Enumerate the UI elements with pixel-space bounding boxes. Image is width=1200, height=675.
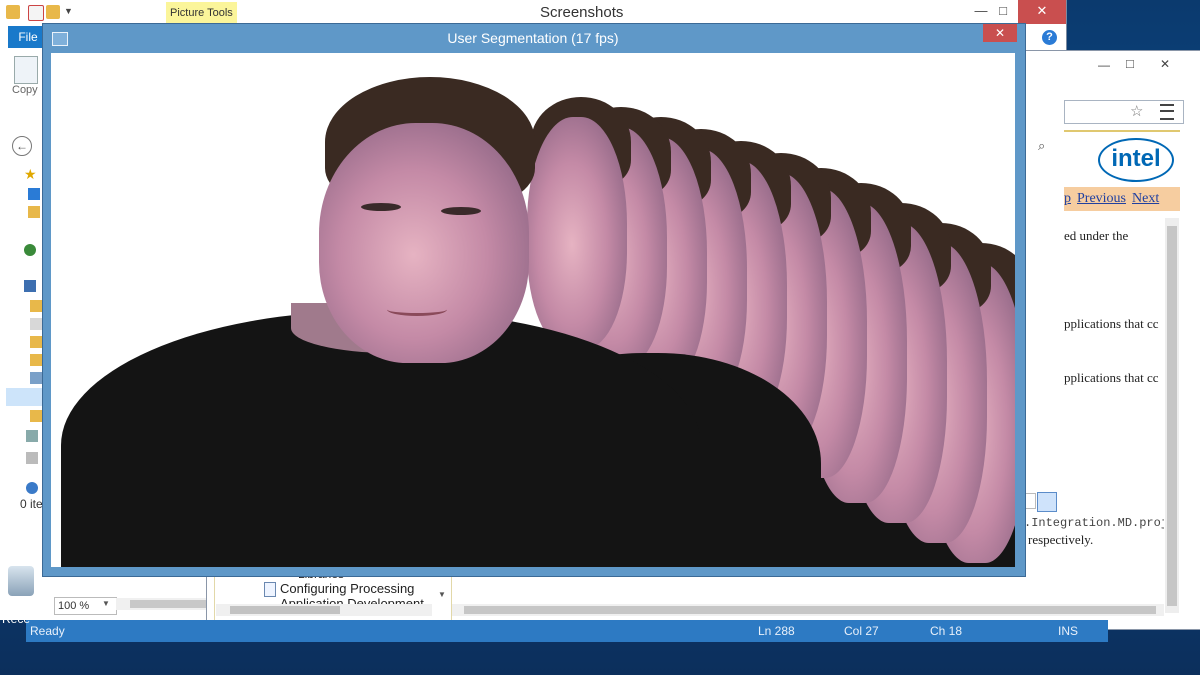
segmentation-video-canvas <box>51 53 1015 567</box>
person-eye <box>441 207 481 215</box>
chevron-down-icon[interactable]: ▼ <box>102 599 110 608</box>
help-close-button[interactable]: ✕ <box>1160 57 1170 71</box>
explorer-close-button[interactable]: ✕ <box>1018 0 1066 24</box>
segmentation-title: User Segmentation (17 fps) <box>447 30 619 46</box>
new-folder-icon[interactable] <box>46 5 60 19</box>
music-icon[interactable] <box>30 354 42 366</box>
previous-link[interactable]: Previous <box>1077 191 1126 207</box>
recycle-bin-icon[interactable] <box>8 566 34 596</box>
status-ready: Ready <box>30 624 65 638</box>
person-head <box>319 123 529 363</box>
recycle-bin-label[interactable]: Rece <box>2 612 30 626</box>
pictures-icon[interactable] <box>30 372 42 384</box>
menu-icon[interactable] <box>1160 104 1174 120</box>
doc-vertical-scrollbar[interactable] <box>1165 218 1179 613</box>
network-icon[interactable] <box>26 482 38 494</box>
help-maximize-button[interactable]: □ <box>1126 56 1134 71</box>
scroll-thumb[interactable] <box>1167 226 1177 606</box>
tree-item-configuring-processing[interactable]: Configuring Processing <box>280 581 414 596</box>
videos-icon[interactable] <box>30 410 42 422</box>
left-horizontal-scrollbar[interactable] <box>116 598 212 610</box>
next-link[interactable]: Next <box>1132 191 1159 207</box>
status-insert-mode: INS <box>1058 624 1079 638</box>
picture-tools-tab[interactable]: Picture Tools <box>166 2 237 24</box>
favorite-star-icon[interactable]: ☆ <box>1130 102 1143 120</box>
folder-icon[interactable] <box>30 300 42 312</box>
person-eye <box>361 203 401 211</box>
explorer-title: Screenshots <box>540 4 624 21</box>
doc-text-line: pplications that cc <box>1064 316 1159 331</box>
documents-icon[interactable] <box>30 318 42 330</box>
local-disk-icon[interactable] <box>26 430 38 442</box>
homegroup-icon[interactable] <box>24 244 36 256</box>
copy-label[interactable]: Copy <box>12 84 38 96</box>
doc-text-line: ed under the <box>1064 228 1129 243</box>
code-fragment: .Integration.MD.proj <box>1024 516 1164 530</box>
tree-scroll-down-icon[interactable]: ▼ <box>438 590 446 599</box>
prev-fragment-link[interactable]: p <box>1064 191 1071 207</box>
person-mouth <box>387 303 447 316</box>
doc-text-line: respectively. <box>1028 532 1094 547</box>
folder-icon[interactable] <box>6 5 20 19</box>
doc-horizontal-scrollbar[interactable] <box>452 604 1164 616</box>
search-icon[interactable]: ⌕ <box>1038 138 1045 154</box>
segmentation-close-button[interactable]: ✕ <box>983 24 1017 42</box>
qa-dropdown-icon[interactable]: ▼ <box>64 6 73 16</box>
tree-item-application-development[interactable]: Application Development <box>280 596 424 604</box>
help-icon[interactable]: ? <box>1042 30 1057 45</box>
this-pc-icon[interactable] <box>24 280 36 292</box>
status-line: Ln 288 <box>758 624 795 638</box>
explorer-maximize-button[interactable]: □ <box>986 0 1020 24</box>
favorites-star-icon[interactable]: ★ <box>24 166 37 182</box>
downloads-folder-icon[interactable] <box>28 206 40 218</box>
status-column: Col 27 <box>844 624 879 638</box>
editor-status-bar: Ready Ln 288 Col 27 Ch 18 INS <box>26 620 1108 642</box>
desktop-icon[interactable] <box>28 188 40 200</box>
doc-text-line: pplications that cc <box>1064 370 1159 385</box>
scroll-thumb[interactable] <box>464 606 1156 614</box>
back-arrow-icon[interactable]: ← <box>12 136 32 156</box>
properties-icon[interactable] <box>28 5 44 21</box>
ghost-head <box>527 117 627 349</box>
copy-icon[interactable] <box>14 56 38 84</box>
item-count: 0 ite <box>20 497 43 511</box>
scroll-thumb[interactable] <box>230 606 340 614</box>
drive-icon[interactable] <box>26 452 38 464</box>
tree-horizontal-scrollbar[interactable] <box>216 604 432 616</box>
downloads-icon[interactable] <box>30 336 42 348</box>
help-minimize-button[interactable]: — <box>1098 58 1110 72</box>
intel-logo: intel <box>1098 138 1174 182</box>
scroll-thumb[interactable] <box>130 600 210 608</box>
status-char: Ch 18 <box>930 624 963 638</box>
large-icons-view-button[interactable] <box>1037 492 1057 512</box>
selected-nav-item[interactable] <box>6 388 44 406</box>
desktop-icon-label[interactable]: Sh <box>14 534 29 548</box>
document-icon <box>264 582 276 597</box>
